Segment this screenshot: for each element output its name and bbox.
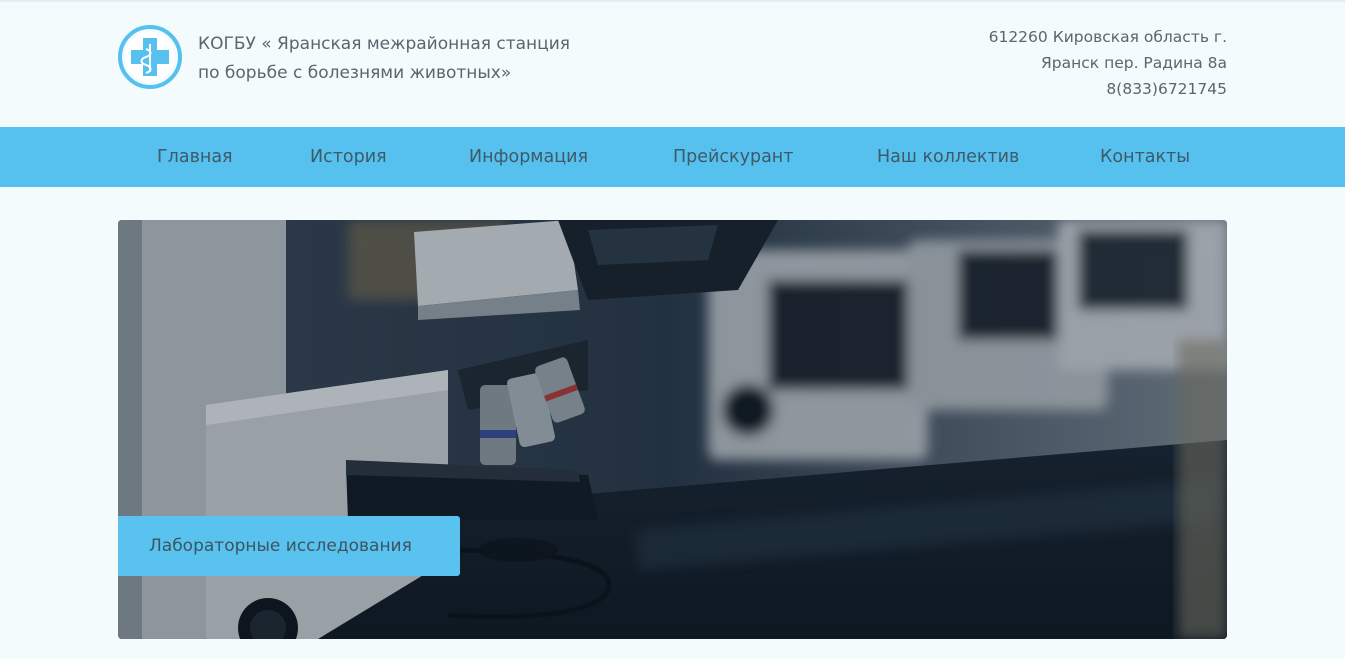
organization-name: КОГБУ « Яранская межрайонная станция по … [198,30,628,88]
nav-item-information[interactable]: Информация [469,127,588,187]
contact-info: 612260 Кировская область г. Яранск пер. … [867,24,1227,102]
nav-item-history[interactable]: История [310,127,387,187]
nav-item-contacts[interactable]: Контакты [1100,127,1190,187]
address-line-1: 612260 Кировская область г. [988,28,1227,46]
logo[interactable] [117,24,183,90]
veterinary-cross-icon [118,25,182,89]
laboratory-microscopes-photo [118,220,1227,639]
hero-slider: ‹ › Лабораторные исследования [118,220,1227,639]
main-navigation: Главная История Информация Прейскурант Н… [0,127,1345,187]
nav-item-home[interactable]: Главная [157,127,233,187]
address-line-2: Яранск пер. Радина 8а [1041,54,1227,72]
org-name-line-2: по борьбе с болезнями животных» [198,63,512,83]
org-name-line-1: КОГБУ « Яранская межрайонная станция [198,34,571,54]
nav-item-price-list[interactable]: Прейскурант [673,127,793,187]
site-header: КОГБУ « Яранская межрайонная станция по … [0,0,1345,127]
phone-number[interactable]: 8(833)6721745 [867,76,1227,102]
nav-item-team[interactable]: Наш коллектив [877,127,1019,187]
slide-caption[interactable]: Лабораторные исследования [118,516,460,576]
